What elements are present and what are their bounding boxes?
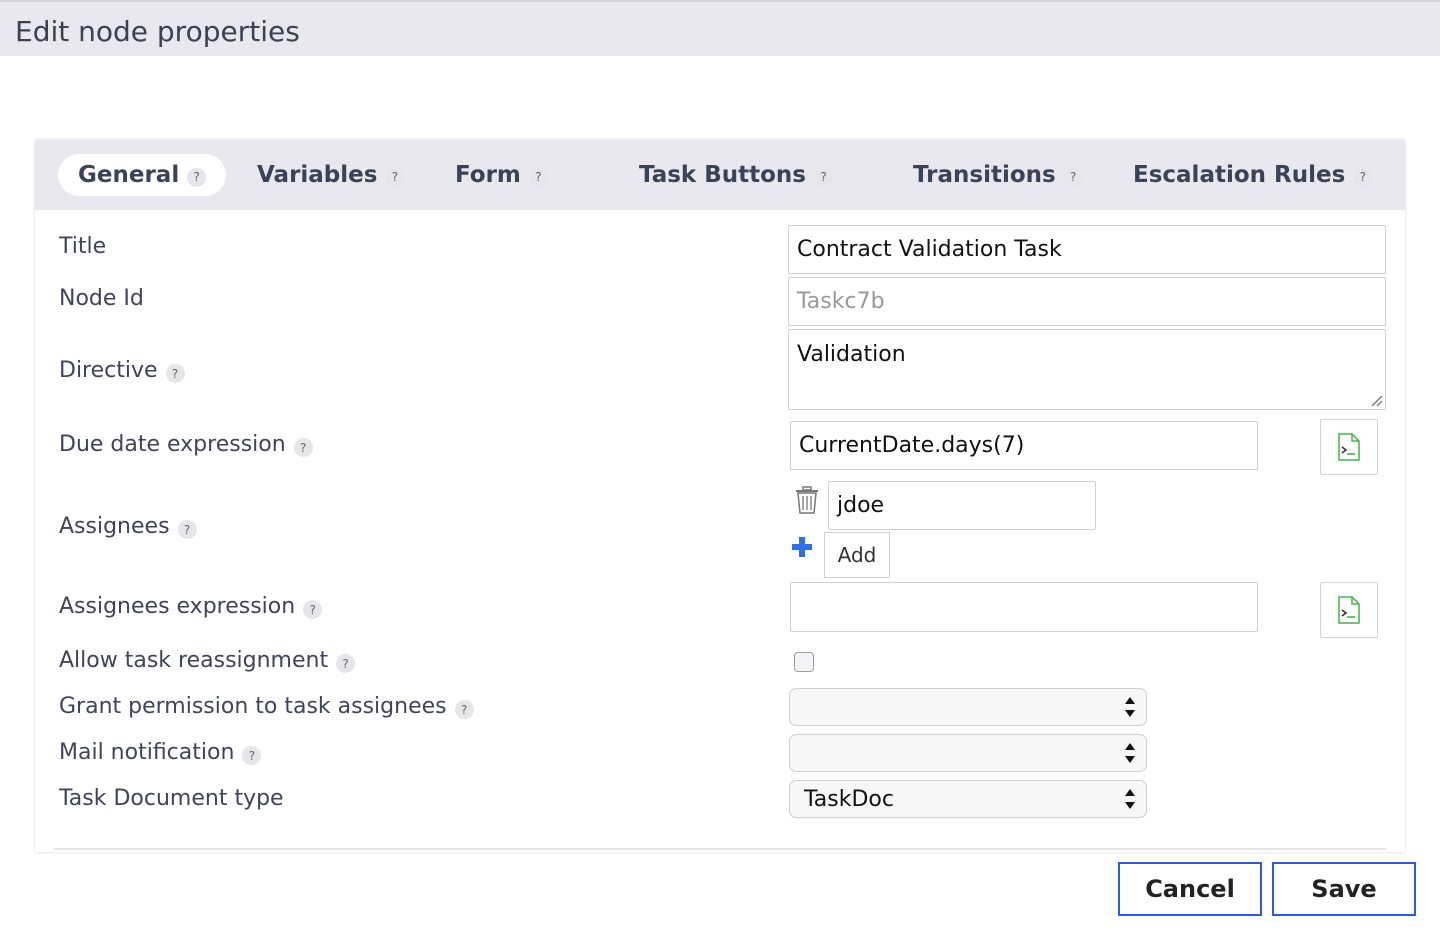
- doc-type-value: TaskDoc: [804, 786, 894, 812]
- assignees-expression-label: Assignees expression ?: [59, 594, 323, 619]
- tab-form[interactable]: Form ?: [455, 154, 548, 196]
- assignees-label-text: Assignees: [59, 514, 170, 539]
- title-label-text: Title: [59, 234, 107, 259]
- script-file-icon: [1338, 596, 1360, 624]
- directive-value: Validation: [797, 342, 906, 367]
- help-icon[interactable]: ?: [293, 438, 313, 457]
- tab-task-buttons-label: Task Buttons: [639, 162, 806, 188]
- directive-textarea[interactable]: Validation: [788, 329, 1386, 410]
- resize-grip-icon[interactable]: [1369, 393, 1383, 407]
- help-icon[interactable]: ?: [303, 600, 323, 619]
- allow-reassignment-label-text: Allow task reassignment: [59, 648, 329, 673]
- tab-bar: General ? Variables ? Form ? Task Button…: [35, 140, 1405, 210]
- help-icon[interactable]: ?: [528, 167, 548, 187]
- select-arrows-icon: [1125, 697, 1135, 717]
- plus-icon[interactable]: [791, 536, 813, 558]
- directive-label-text: Directive: [59, 358, 158, 383]
- title-label: Title: [59, 234, 106, 259]
- help-icon[interactable]: ?: [454, 700, 474, 719]
- assignees-expression-script-button[interactable]: [1320, 582, 1378, 638]
- grant-permission-label-text: Grant permission to task assignees: [59, 694, 447, 719]
- title-input[interactable]: Contract Validation Task: [788, 225, 1386, 274]
- tab-transitions-label: Transitions: [913, 162, 1056, 188]
- grant-permission-label: Grant permission to task assignees ?: [59, 694, 474, 719]
- trash-icon[interactable]: [795, 486, 819, 514]
- select-arrows-icon: [1125, 789, 1135, 809]
- directive-label: Directive ?: [59, 358, 185, 383]
- help-icon[interactable]: ?: [1063, 167, 1083, 187]
- due-date-input[interactable]: CurrentDate.days(7): [790, 421, 1258, 470]
- select-arrows-icon: [1125, 743, 1135, 763]
- footer-divider: [54, 848, 1386, 850]
- help-icon[interactable]: ?: [187, 167, 207, 187]
- tab-escalation-rules[interactable]: Escalation Rules ?: [1133, 154, 1373, 196]
- assignees-expression-input[interactable]: [790, 582, 1258, 632]
- cancel-button[interactable]: Cancel: [1118, 862, 1262, 916]
- due-date-label-text: Due date expression: [59, 432, 286, 457]
- tab-variables-label: Variables: [257, 162, 378, 188]
- due-date-script-button[interactable]: [1320, 419, 1378, 475]
- due-date-label: Due date expression ?: [59, 432, 313, 457]
- help-icon[interactable]: ?: [165, 364, 185, 383]
- tab-form-label: Form: [455, 162, 521, 188]
- assignee-input[interactable]: jdoe: [828, 481, 1096, 530]
- allow-reassignment-checkbox[interactable]: [794, 652, 814, 672]
- assignees-label: Assignees ?: [59, 514, 197, 539]
- help-icon[interactable]: ?: [336, 654, 356, 673]
- doc-type-select[interactable]: TaskDoc: [789, 780, 1147, 818]
- tab-task-buttons[interactable]: Task Buttons ?: [639, 154, 833, 196]
- dialog-title: Edit node properties: [15, 15, 300, 48]
- node-id-label: Node Id: [59, 286, 144, 311]
- mail-notification-label: Mail notification ?: [59, 740, 262, 765]
- mail-notification-label-text: Mail notification: [59, 740, 235, 765]
- tab-transitions[interactable]: Transitions ?: [913, 154, 1083, 196]
- tab-escalation-rules-label: Escalation Rules: [1133, 162, 1346, 188]
- help-icon[interactable]: ?: [814, 167, 833, 187]
- tab-general-label: General: [78, 162, 180, 188]
- dialog-header: Edit node properties: [0, 0, 1440, 56]
- script-file-icon: [1338, 433, 1360, 461]
- help-icon[interactable]: ?: [242, 746, 262, 765]
- doc-type-label: Task Document type: [59, 786, 284, 811]
- grant-permission-select[interactable]: [789, 688, 1147, 726]
- properties-panel: General ? Variables ? Form ? Task Button…: [35, 140, 1405, 852]
- save-button[interactable]: Save: [1272, 862, 1416, 916]
- node-id-input[interactable]: Taskc7b: [788, 277, 1386, 326]
- tab-variables[interactable]: Variables ?: [257, 154, 405, 196]
- help-icon[interactable]: ?: [385, 167, 405, 187]
- allow-reassignment-label: Allow task reassignment ?: [59, 648, 356, 673]
- doc-type-label-text: Task Document type: [59, 786, 284, 811]
- mail-notification-select[interactable]: [789, 734, 1147, 772]
- assignees-expression-label-text: Assignees expression: [59, 594, 296, 619]
- tab-general[interactable]: General ?: [58, 154, 227, 196]
- node-id-label-text: Node Id: [59, 286, 144, 311]
- help-icon[interactable]: ?: [177, 520, 197, 539]
- help-icon[interactable]: ?: [1353, 167, 1373, 187]
- add-assignee-button[interactable]: Add: [824, 532, 890, 578]
